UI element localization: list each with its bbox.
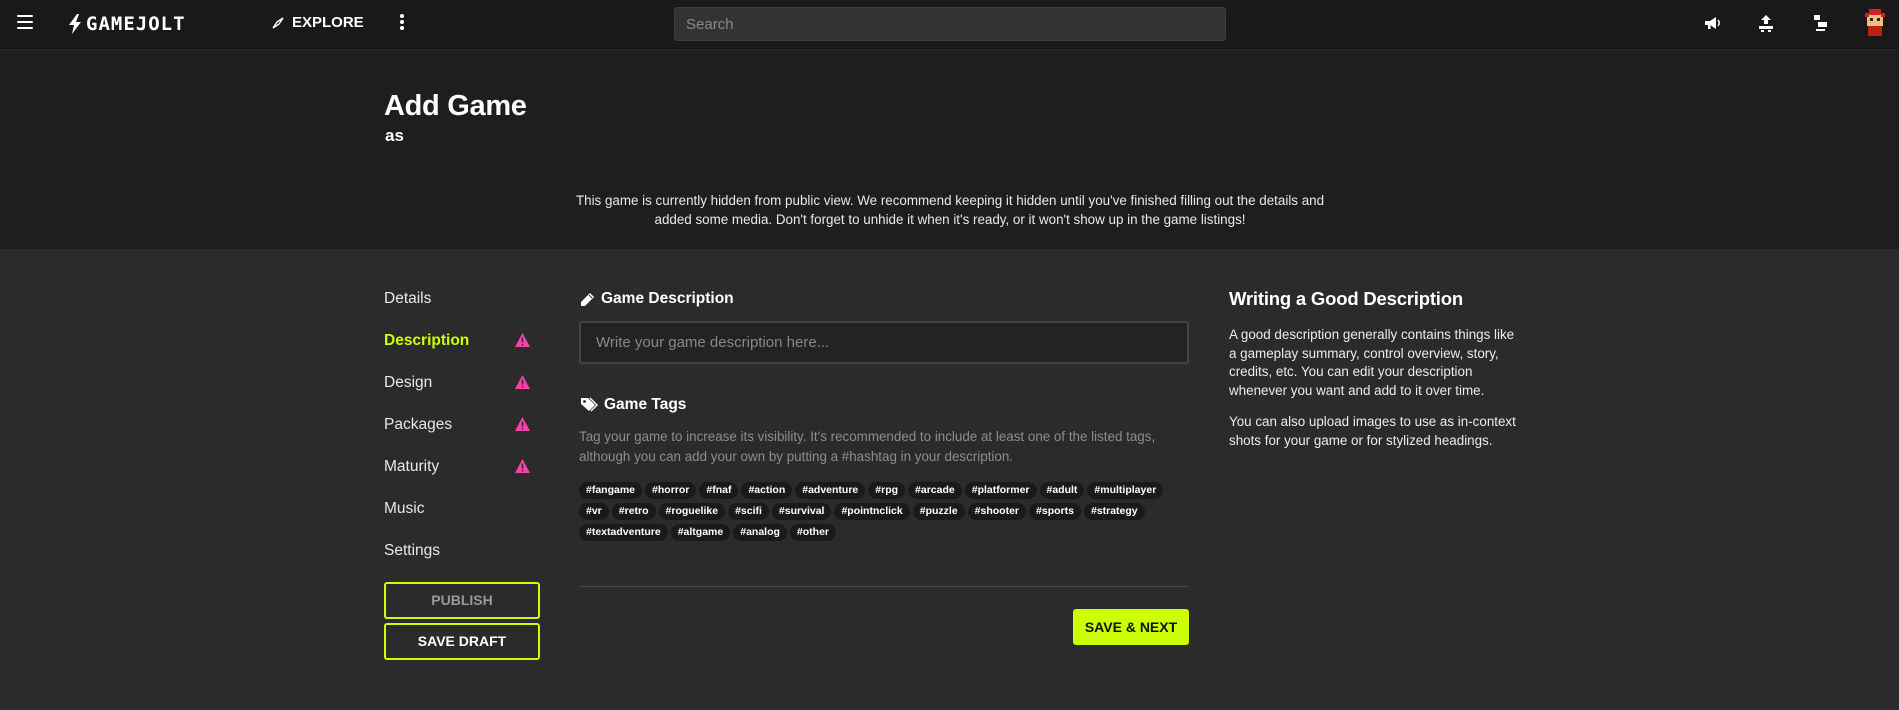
tag-list: #fangame #horror #fnaf #action #adventure #rp… bbox=[579, 482, 1189, 541]
nav-item-music[interactable]: Music bbox=[384, 498, 540, 540]
tag-chip[interactable]: #arcade bbox=[908, 482, 962, 499]
tag-chip[interactable]: #sports bbox=[1029, 503, 1081, 520]
tag-chip[interactable]: #multiplayer bbox=[1087, 482, 1164, 499]
warning-icon bbox=[515, 459, 530, 473]
more-options-icon[interactable] bbox=[399, 14, 405, 32]
logo-text: GAMEJOLT bbox=[86, 13, 186, 35]
tag-chip[interactable]: #shooter bbox=[967, 503, 1027, 520]
nav-item-details[interactable]: Details bbox=[384, 288, 540, 330]
explore-label: EXPLORE bbox=[292, 14, 364, 31]
tag-chip[interactable]: #action bbox=[741, 482, 793, 499]
tag-chip[interactable]: #other bbox=[789, 524, 837, 541]
tag-chip[interactable]: #pointnclick bbox=[834, 503, 910, 520]
tags-title: Game Tags bbox=[604, 396, 687, 413]
warning-icon bbox=[515, 375, 530, 389]
nav-item-label: Music bbox=[384, 500, 425, 517]
tags-icon bbox=[581, 397, 598, 412]
tag-chip[interactable]: #scifi bbox=[728, 503, 769, 520]
page-subtitle: as bbox=[385, 126, 404, 145]
tag-chip[interactable]: #survival bbox=[771, 503, 832, 520]
explore-link[interactable]: EXPLORE bbox=[272, 14, 364, 31]
description-input[interactable] bbox=[579, 321, 1189, 364]
tag-chip[interactable]: #adventure bbox=[795, 482, 866, 499]
tags-help-text: Tag your game to increase its visibility… bbox=[579, 429, 1156, 464]
description-title: Game Description bbox=[601, 290, 734, 307]
pencil-icon bbox=[581, 292, 594, 306]
page-header: Add Game as This game is currently hidde… bbox=[0, 50, 1899, 249]
menu-icon[interactable] bbox=[17, 15, 33, 29]
warning-icon bbox=[515, 333, 530, 347]
nav-item-label: Design bbox=[384, 374, 433, 391]
save-draft-button[interactable]: SAVE DRAFT bbox=[384, 623, 540, 660]
tag-chip[interactable]: #fangame bbox=[579, 482, 643, 499]
nav-item-label: Packages bbox=[384, 416, 453, 433]
nav-item-description[interactable]: Description bbox=[384, 330, 540, 372]
tag-chip[interactable]: #rpg bbox=[868, 482, 906, 499]
nav-item-packages[interactable]: Packages bbox=[384, 414, 540, 456]
publish-button[interactable]: PUBLISH bbox=[384, 582, 540, 619]
nav-item-label: Details bbox=[384, 290, 432, 307]
tag-chip[interactable]: #textadventure bbox=[579, 524, 668, 541]
game-settings-nav: Details Description Design Packages Matu… bbox=[384, 288, 540, 582]
hidden-notice: This game is currently hidden from publi… bbox=[575, 193, 1325, 227]
tag-chip[interactable]: #fnaf bbox=[699, 482, 739, 499]
nav-item-label: Maturity bbox=[384, 458, 440, 475]
tag-chip[interactable]: #horror bbox=[645, 482, 697, 499]
nav-item-maturity[interactable]: Maturity bbox=[384, 456, 540, 498]
notifications-icon[interactable] bbox=[1810, 13, 1830, 33]
divider bbox=[579, 586, 1189, 587]
tag-chip[interactable]: #altgame bbox=[670, 524, 731, 541]
nav-item-label: Description bbox=[384, 332, 470, 349]
nav-item-label: Settings bbox=[384, 542, 441, 559]
gamejolt-logo[interactable]: GAMEJOLT bbox=[68, 12, 186, 36]
save-next-button[interactable]: SAVE & NEXT bbox=[1073, 609, 1189, 645]
compass-icon bbox=[272, 16, 284, 29]
search-input[interactable] bbox=[674, 7, 1226, 41]
tag-chip[interactable]: #adult bbox=[1039, 482, 1085, 499]
upload-icon[interactable] bbox=[1756, 13, 1776, 33]
help-title: Writing a Good Description bbox=[1229, 288, 1463, 309]
description-heading: Game Description bbox=[580, 290, 734, 308]
avatar[interactable] bbox=[1862, 8, 1888, 38]
tag-chip[interactable]: #strategy bbox=[1083, 503, 1145, 520]
nav-item-settings[interactable]: Settings bbox=[384, 540, 540, 582]
top-navbar: GAMEJOLT EXPLORE bbox=[0, 0, 1899, 49]
megaphone-icon[interactable] bbox=[1702, 13, 1722, 33]
tag-chip[interactable]: #platformer bbox=[964, 482, 1037, 499]
tags-heading: Game Tags bbox=[580, 396, 686, 414]
page-title: Add Game bbox=[384, 90, 527, 122]
warning-icon bbox=[515, 417, 530, 431]
bolt-icon bbox=[69, 14, 81, 34]
tag-chip[interactable]: #roguelike bbox=[658, 503, 726, 520]
tag-chip[interactable]: #puzzle bbox=[912, 503, 965, 520]
help-paragraph-2: You can also upload images to use as in-… bbox=[1229, 414, 1516, 448]
tag-chip[interactable]: #retro bbox=[611, 503, 656, 520]
nav-item-design[interactable]: Design bbox=[384, 372, 540, 414]
help-paragraph-1: A good description generally contains th… bbox=[1229, 327, 1515, 398]
tag-chip[interactable]: #vr bbox=[579, 503, 609, 520]
tag-chip[interactable]: #analog bbox=[733, 524, 787, 541]
